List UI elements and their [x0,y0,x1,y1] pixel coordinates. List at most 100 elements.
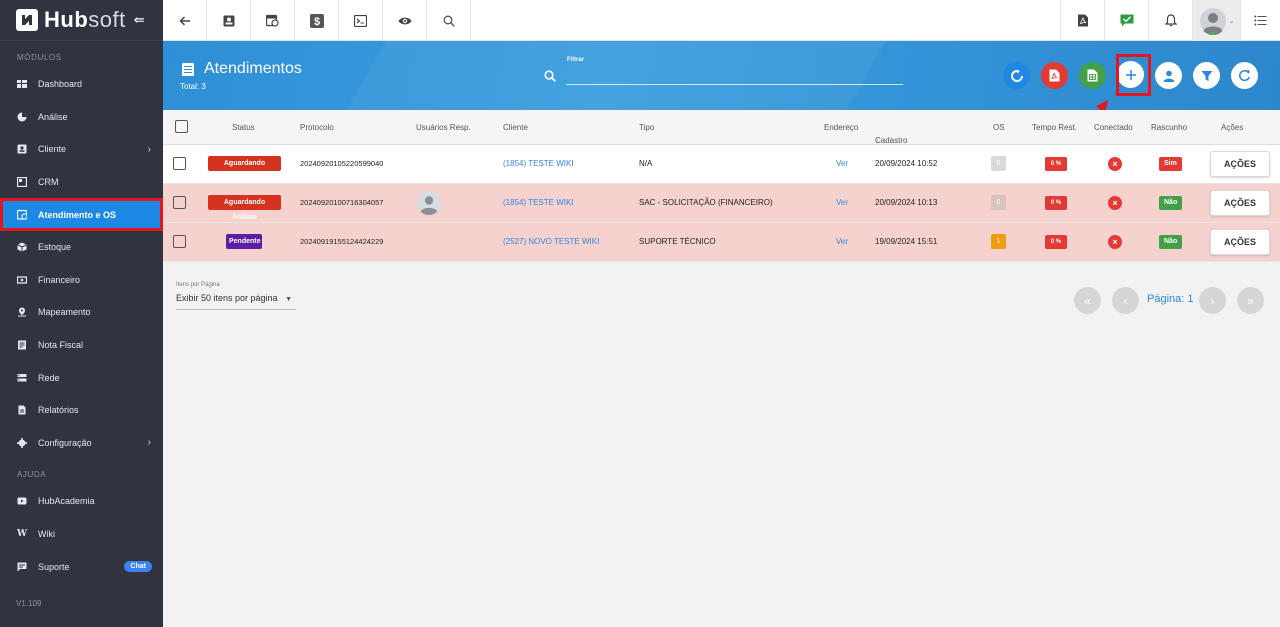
sidebar-item-label: Mapeamento [38,307,91,318]
view-button[interactable] [383,0,427,41]
row-checkbox[interactable] [173,235,186,248]
sidebar-item-crm[interactable]: CRM [0,166,163,199]
os-count-badge: 0 [991,195,1006,210]
search-button[interactable] [427,0,471,41]
calendar-clock-icon [17,210,27,220]
protocol-text: 20240920100716304057 [300,198,384,207]
tasks-button[interactable] [1104,0,1148,41]
user-avatar-icon[interactable] [417,191,441,215]
chat-badge[interactable]: Chat [124,561,152,573]
page-title: Atendimentos [182,60,302,78]
status-badge: Pendente [226,234,262,249]
table-row[interactable]: Aguardando Análise 20240920105220599040 … [163,145,1280,184]
sidebar-item-atendimento-os[interactable]: Atendimento e OS [0,198,163,231]
sidebar-item-hubacademia[interactable]: HubAcademia [0,485,163,518]
address-link[interactable]: Ver [836,159,848,168]
sidebar-item-dashboard[interactable]: Dashboard [0,68,163,101]
finance-shortcut-button[interactable]: $ [295,0,339,41]
chevron-right-icon: › [147,143,151,155]
time-remaining-badge: 0 % [1045,235,1067,249]
first-page-button[interactable]: « [1074,287,1101,314]
sidebar-item-relatorios[interactable]: Relatórios [0,394,163,427]
filter-input[interactable] [566,67,903,85]
logo-bar: Hubsoft ⇚ [0,0,163,41]
last-page-button[interactable]: » [1237,287,1264,314]
col-rascunho[interactable]: Rascunho [1151,123,1187,132]
table-row[interactable]: Pendente 20240919155124424229 (2527) NOV… [163,223,1280,262]
table-row[interactable]: Aguardando Análise 20240920100716304057 … [163,184,1280,223]
next-page-button[interactable]: › [1199,287,1226,314]
type-text: SAC - SOLICITAÇÃO (FINANCEIRO) [639,198,773,207]
list-icon [1254,15,1267,26]
sidebar-item-financeiro[interactable]: Financeiro [0,264,163,297]
section-label-help: AJUDA [17,470,47,480]
user-menu-button[interactable]: ⌄ [1192,0,1240,41]
sidebar-item-rede[interactable]: Rede [0,361,163,394]
sidebar-item-configuracao[interactable]: Configuração › [0,427,163,460]
client-link[interactable]: (1854) TESTE WIKI [503,198,574,207]
export-excel-button[interactable] [1079,62,1106,89]
actions-button[interactable]: AÇÕES [1210,190,1270,216]
attendance-shortcut-button[interactable] [251,0,295,41]
col-os[interactable]: OS [993,123,1005,132]
col-cliente[interactable]: Cliente [503,123,528,132]
gear-icon [17,437,27,448]
select-all-checkbox[interactable] [175,120,188,133]
box-icon [17,242,27,252]
user-filter-button[interactable] [1155,62,1182,89]
row-checkbox[interactable] [173,157,186,170]
created-date: 20/09/2024 10:52 [875,159,938,168]
clients-shortcut-button[interactable] [207,0,251,41]
terminal-icon [354,14,367,27]
sidebar-item-label: Dashboard [38,79,83,90]
created-date: 20/09/2024 10:13 [875,198,938,207]
address-link[interactable]: Ver [836,198,848,207]
per-page-label: Itens por Página [176,282,220,288]
actions-button[interactable]: AÇÕES [1210,151,1270,177]
time-remaining-badge: 0 % [1045,157,1067,171]
eye-icon [398,17,411,24]
sidebar-item-analise[interactable]: Análise [0,101,163,134]
client-link[interactable]: (1854) TESTE WIKI [503,159,574,168]
sync-button[interactable] [1003,62,1030,89]
sidebar-item-mapeamento[interactable]: Mapeamento [0,296,163,329]
excel-file-icon [1087,69,1098,82]
col-tempo-rest[interactable]: Tempo Rest. [1032,123,1077,132]
sidebar-item-wiki[interactable]: W Wiki [0,518,163,551]
col-protocolo[interactable]: Protocolo [300,123,334,132]
sidebar-item-nota-fiscal[interactable]: Nota Fiscal [0,329,163,362]
row-checkbox[interactable] [173,196,186,209]
pdf-file-icon [1077,14,1088,27]
export-pdf-button[interactable] [1041,62,1068,89]
protocol-text: 20240919155124424229 [300,237,384,246]
list-menu-button[interactable] [1240,0,1280,41]
page-indicator: Página: 1 [1147,293,1194,305]
col-conectado[interactable]: Conectado [1094,123,1133,132]
os-count-badge: 1 [991,234,1006,249]
previous-page-button[interactable]: ‹ [1112,287,1139,314]
col-tipo[interactable]: Tipo [639,123,654,132]
svg-text:$: $ [313,16,319,28]
col-status[interactable]: Status [232,123,255,132]
sidebar-item-estoque[interactable]: Estoque [0,231,163,264]
actions-button[interactable]: AÇÕES [1210,229,1270,255]
col-usuarios-resp[interactable]: Usuários Resp. [416,123,471,132]
sidebar-item-cliente[interactable]: Cliente › [0,133,163,166]
terminal-button[interactable] [339,0,383,41]
search-icon [544,70,556,82]
notifications-button[interactable] [1148,0,1192,41]
reload-button[interactable] [1231,62,1258,89]
address-link[interactable]: Ver [836,237,848,246]
client-link[interactable]: (2527) NOVO TESTE WIKI [503,237,599,246]
double-chevron-right-icon: » [1247,293,1254,308]
sidebar-item-suporte[interactable]: Suporte Chat [0,550,163,583]
refresh-icon [1010,69,1023,82]
hubsoft-logo-icon[interactable] [16,9,38,31]
filter-button[interactable] [1193,62,1220,89]
chevron-left-icon: ‹ [1123,293,1128,308]
collapse-menu-icon[interactable]: ⇚ [134,12,145,28]
per-page-select[interactable]: Exibir 50 itens por página ▼ [176,293,296,310]
back-button[interactable] [163,0,207,41]
pdf-button[interactable] [1060,0,1104,41]
col-endereco[interactable]: Endereço [824,123,858,132]
